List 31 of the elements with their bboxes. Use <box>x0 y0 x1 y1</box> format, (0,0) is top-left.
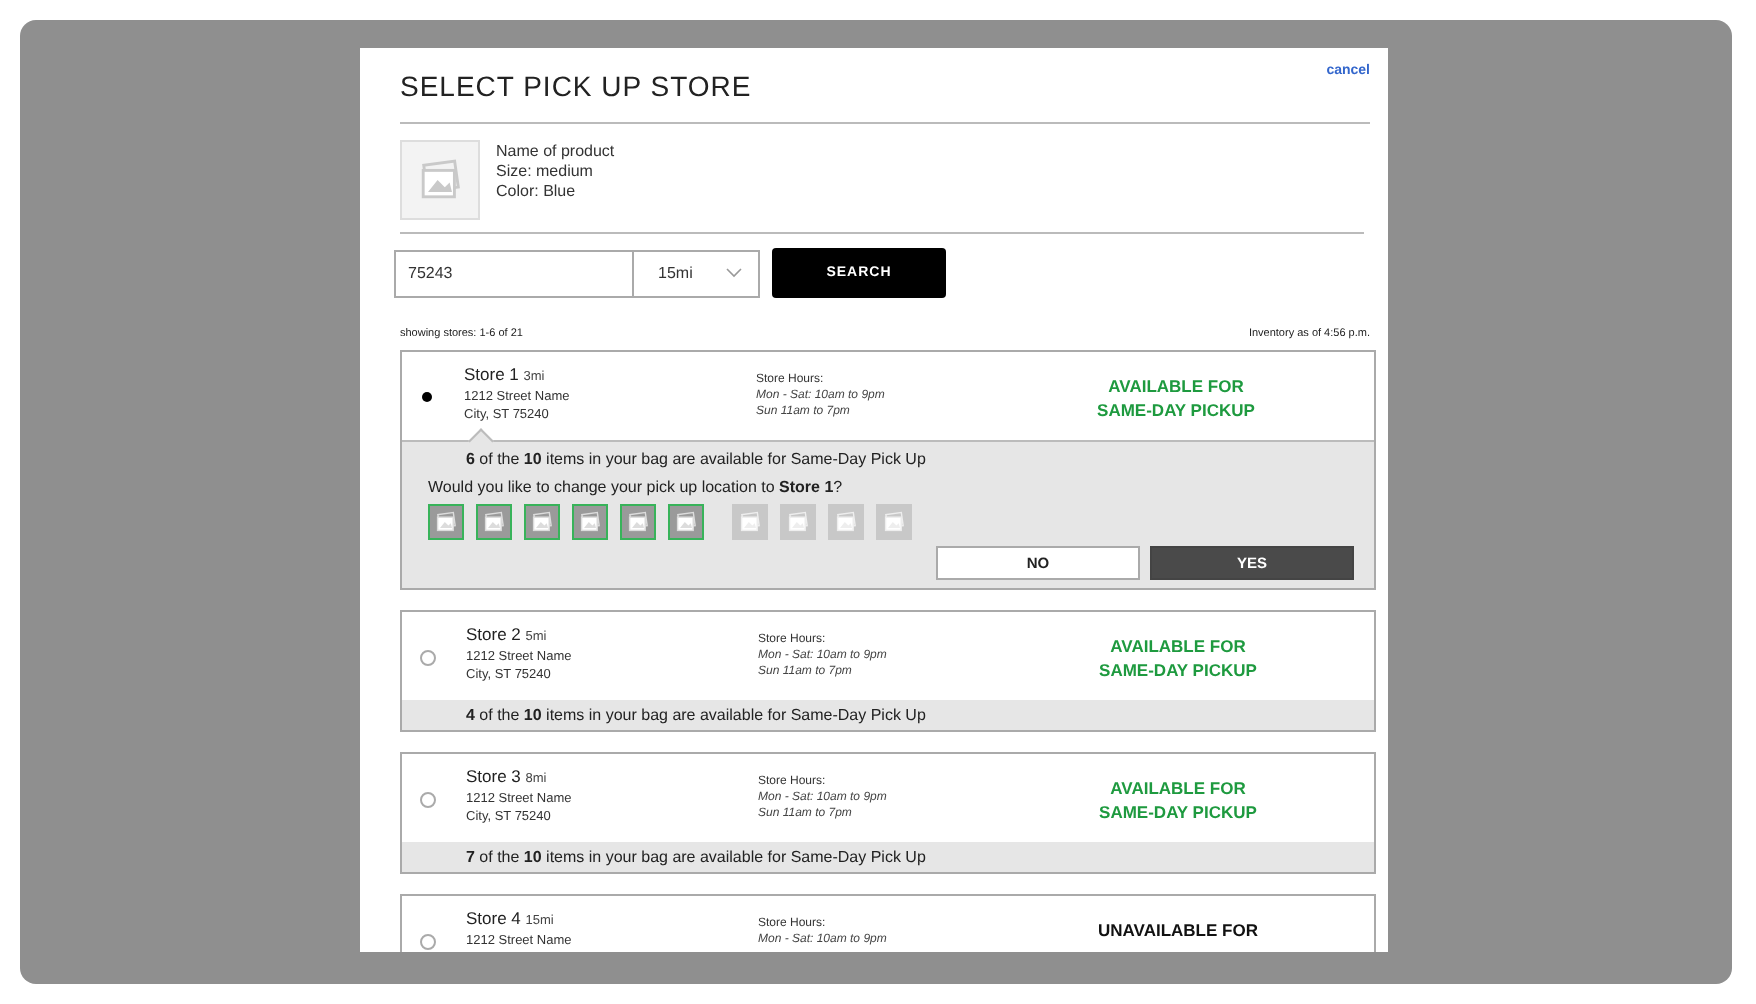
image-icon <box>482 510 506 534</box>
image-icon <box>578 510 602 534</box>
product-detail: Color: Blue <box>496 182 578 200</box>
store-card[interactable] <box>400 350 1376 590</box>
image-icon <box>434 510 458 534</box>
image-icon <box>674 510 698 534</box>
chevron-down-icon <box>726 268 742 278</box>
availability-status: UNAVAILABLE FOR <box>1096 918 1260 942</box>
availability-status: AVAILABLE FOR SAME-DAY PICKUP <box>1097 776 1259 824</box>
radio-button[interactable] <box>420 934 436 950</box>
radius-dropdown[interactable]: 15mi <box>634 249 760 297</box>
availability-summary: 4 of the 10 items in your bag are available for Same-Day Pick Up <box>402 700 1374 730</box>
dialog-title: SELECT PICK UP STORE <box>400 70 752 102</box>
image-icon <box>626 510 650 534</box>
image-icon <box>530 510 554 534</box>
availability-status: AVAILABLE FOR SAME-DAY PICKUP <box>1097 634 1259 682</box>
radio-button[interactable] <box>420 650 436 666</box>
image-icon <box>882 510 906 534</box>
radio-button[interactable] <box>422 392 432 402</box>
product-detail: Size: medium <box>496 162 595 180</box>
change-location-question: Would you like to change your pick up location to Store 1? <box>428 478 845 496</box>
availability-status: AVAILABLE FOR SAME-DAY PICKUP <box>1095 374 1257 422</box>
product-detail: Name of product <box>496 142 615 160</box>
radio-button[interactable] <box>420 792 436 808</box>
image-icon <box>834 510 858 534</box>
image-icon <box>738 510 762 534</box>
image-icon <box>786 510 810 534</box>
image-icon <box>416 156 464 204</box>
availability-summary: 6 of the 10 items in your bag are available for Same-Day Pick Up <box>466 450 928 468</box>
availability-summary: 7 of the 10 items in your bag are available for Same-Day Pick Up <box>402 842 1374 872</box>
zip-code-field[interactable]: 75243 <box>394 249 634 297</box>
